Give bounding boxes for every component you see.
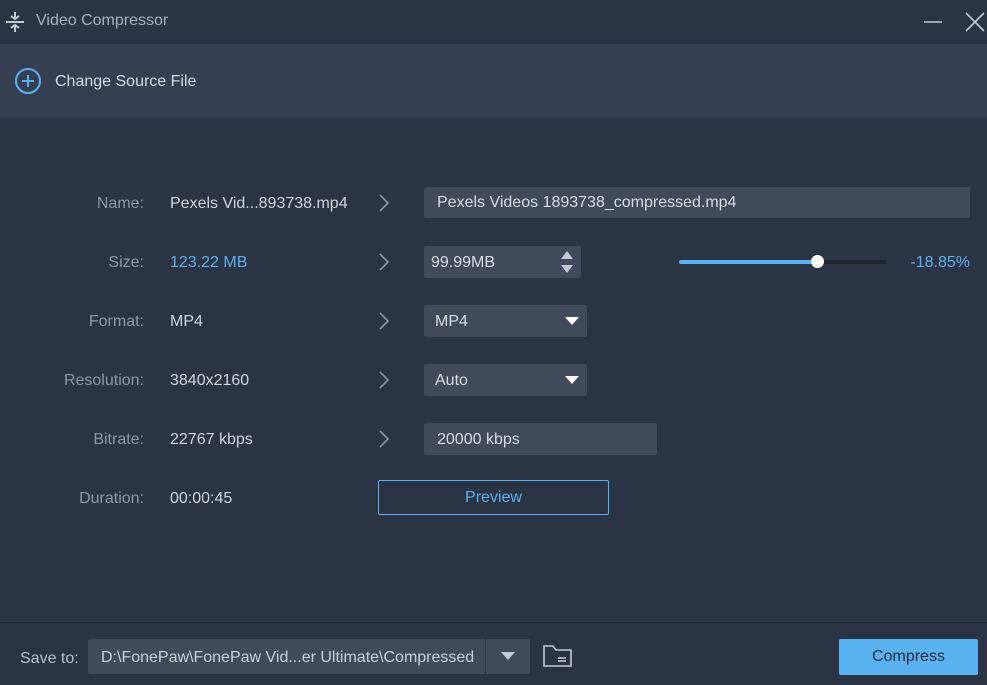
slider-thumb[interactable] — [811, 255, 824, 268]
add-circle-icon[interactable] — [14, 67, 42, 95]
resolution-select-value[interactable]: Auto — [435, 372, 468, 390]
bitrate-label: Bitrate: — [93, 431, 144, 448]
chevron-right-icon — [379, 430, 390, 448]
bitrate-field-value[interactable]: 20000 kbps — [437, 431, 520, 449]
chevron-right-icon — [379, 312, 390, 330]
title-bar: Video Compressor — [0, 0, 987, 44]
size-stepper[interactable]: 99.99MB — [424, 246, 581, 278]
resolution-label: Resolution: — [63, 372, 144, 389]
save-path-select[interactable]: D:\FonePaw\FonePaw Vid...er Ultimate\Com… — [88, 639, 530, 674]
size-label: Size: — [108, 254, 144, 271]
source-format-value: MP4 — [170, 313, 203, 330]
stepper-up-icon[interactable] — [560, 250, 574, 260]
source-size-value: 123.22 MB — [170, 254, 248, 271]
compress-button[interactable]: Compress — [839, 639, 978, 675]
slider-fill — [679, 260, 817, 264]
bitrate-field[interactable]: 20000 kbps — [424, 423, 657, 455]
close-icon[interactable] — [962, 9, 987, 35]
resolution-select[interactable]: Auto — [424, 364, 587, 396]
duration-label: Duration: — [79, 490, 144, 507]
preview-button[interactable]: Preview — [378, 480, 609, 515]
name-label: Name: — [96, 195, 144, 212]
chevron-right-icon — [379, 253, 390, 271]
source-bitrate-value: 22767 kbps — [170, 431, 253, 448]
size-stepper-value[interactable]: 99.99MB — [431, 254, 495, 272]
path-divider — [485, 639, 486, 674]
source-name-value: Pexels Vid...893738.mp4 — [170, 195, 348, 212]
output-name-field[interactable]: Pexels Videos 1893738_compressed.mp4 — [424, 187, 970, 218]
format-select-value[interactable]: MP4 — [435, 313, 468, 331]
change-source-bar[interactable]: Change Source File — [0, 44, 987, 118]
window-title: Video Compressor — [36, 12, 169, 29]
chevron-right-icon — [379, 371, 390, 389]
chevron-right-icon — [379, 194, 390, 212]
change-source-button[interactable]: Change Source File — [55, 73, 196, 91]
size-slider[interactable] — [679, 255, 886, 268]
minimize-icon[interactable] — [921, 10, 945, 34]
stepper-down-icon[interactable] — [560, 264, 574, 274]
save-path-value[interactable]: D:\FonePaw\FonePaw Vid...er Ultimate\Com… — [101, 649, 474, 667]
source-resolution-value: 3840x2160 — [170, 372, 250, 389]
compress-icon — [6, 12, 24, 32]
dropdown-caret-icon[interactable] — [565, 316, 579, 326]
format-select[interactable]: MP4 — [424, 305, 587, 337]
format-label: Format: — [88, 313, 144, 330]
folder-icon[interactable] — [542, 643, 573, 669]
dropdown-caret-icon[interactable] — [501, 651, 515, 661]
footer-bar: Save to: D:\FonePaw\FonePaw Vid...er Ult… — [0, 622, 987, 685]
source-duration-value: 00:00:45 — [170, 490, 233, 507]
size-percent: -18.85% — [910, 254, 970, 271]
save-to-label: Save to: — [20, 650, 79, 667]
dropdown-caret-icon[interactable] — [565, 375, 579, 385]
